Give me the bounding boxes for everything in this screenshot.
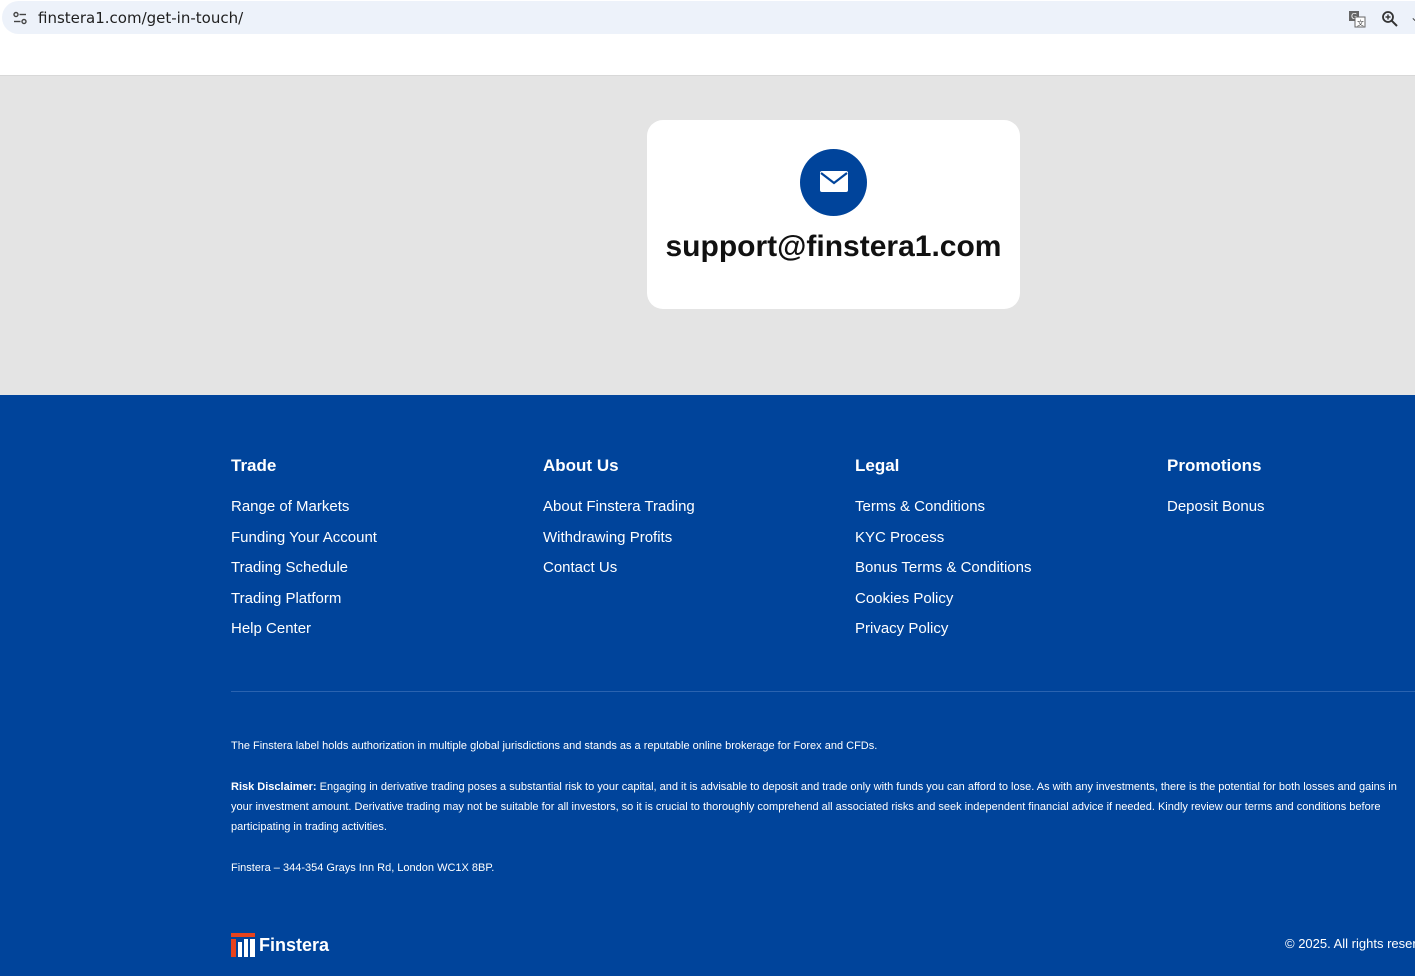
footer-link-bonus-terms-conditions[interactable]: Bonus Terms & Conditions (855, 559, 1031, 577)
footer-divider (231, 691, 1415, 692)
email-card: support@finstera1.com (647, 120, 1020, 309)
footer-column-legal: Legal Terms & Conditions KYC Process Bon… (855, 456, 1031, 651)
logo-wordmark: Finstera (259, 935, 330, 955)
support-email-link[interactable]: support@finstera1.com (647, 230, 1020, 264)
footer-link-range-of-markets[interactable]: Range of Markets (231, 498, 377, 516)
footer-column-promotions: Promotions Deposit Bonus (1167, 456, 1265, 529)
zoom-icon[interactable] (1381, 10, 1399, 28)
footer-heading-promotions: Promotions (1167, 456, 1262, 475)
footer-link-cookies-policy[interactable]: Cookies Policy (855, 590, 1031, 608)
browser-toolbar: finstera1.com/get-in-touch/ G 文 ⌄ (0, 0, 1415, 36)
footer-link-privacy-policy[interactable]: Privacy Policy (855, 620, 1031, 638)
footer-link-withdrawing-profits[interactable]: Withdrawing Profits (543, 529, 695, 547)
envelope-icon (820, 171, 848, 192)
address-bar[interactable]: finstera1.com/get-in-touch/ G 文 ⌄ (2, 1, 1415, 34)
footer-link-terms-conditions[interactable]: Terms & Conditions (855, 498, 1031, 516)
translate-icon[interactable]: G 文 (1348, 10, 1366, 28)
footer-link-deposit-bonus[interactable]: Deposit Bonus (1167, 498, 1265, 516)
risk-disclaimer-label: Risk Disclaimer: (231, 781, 317, 793)
footer-link-kyc-process[interactable]: KYC Process (855, 529, 1031, 547)
footer-column-trade: Trade Range of Markets Funding Your Acco… (231, 456, 377, 651)
footer-link-about-finstera-trading[interactable]: About Finstera Trading (543, 498, 695, 516)
risk-disclaimer-text: Engaging in derivative trading poses a s… (231, 781, 1397, 833)
authorization-text: The Finstera label holds authorization i… (231, 740, 878, 752)
footer-heading-legal: Legal (855, 456, 900, 475)
footer-column-about-us: About Us About Finstera Trading Withdraw… (543, 456, 695, 590)
footer-link-trading-schedule[interactable]: Trading Schedule (231, 559, 377, 577)
footer-link-help-center[interactable]: Help Center (231, 620, 377, 638)
finstera-logo-icon (231, 933, 255, 957)
contact-section: support@finstera1.com (0, 76, 1415, 395)
footer-heading-trade: Trade (231, 456, 277, 475)
risk-disclaimer: Risk Disclaimer: Engaging in derivative … (231, 777, 1411, 837)
footer-heading-about-us: About Us (543, 456, 619, 475)
site-info-icon[interactable] (12, 10, 28, 26)
company-address: Finstera – 344-354 Grays Inn Rd, London … (231, 862, 495, 874)
footer-link-contact-us[interactable]: Contact Us (543, 559, 695, 577)
svg-text:文: 文 (1357, 19, 1364, 28)
copyright-text: © 2025. All rights reserv (1285, 936, 1415, 951)
footer-link-trading-platform[interactable]: Trading Platform (231, 590, 377, 608)
site-header (0, 36, 1415, 76)
email-icon-circle (800, 149, 867, 216)
footer-link-funding-your-account[interactable]: Funding Your Account (231, 529, 377, 547)
site-footer: Trade Range of Markets Funding Your Acco… (0, 395, 1415, 976)
chevron-down-icon[interactable]: ⌄ (1410, 10, 1415, 24)
url-text[interactable]: finstera1.com/get-in-touch/ (38, 9, 243, 27)
